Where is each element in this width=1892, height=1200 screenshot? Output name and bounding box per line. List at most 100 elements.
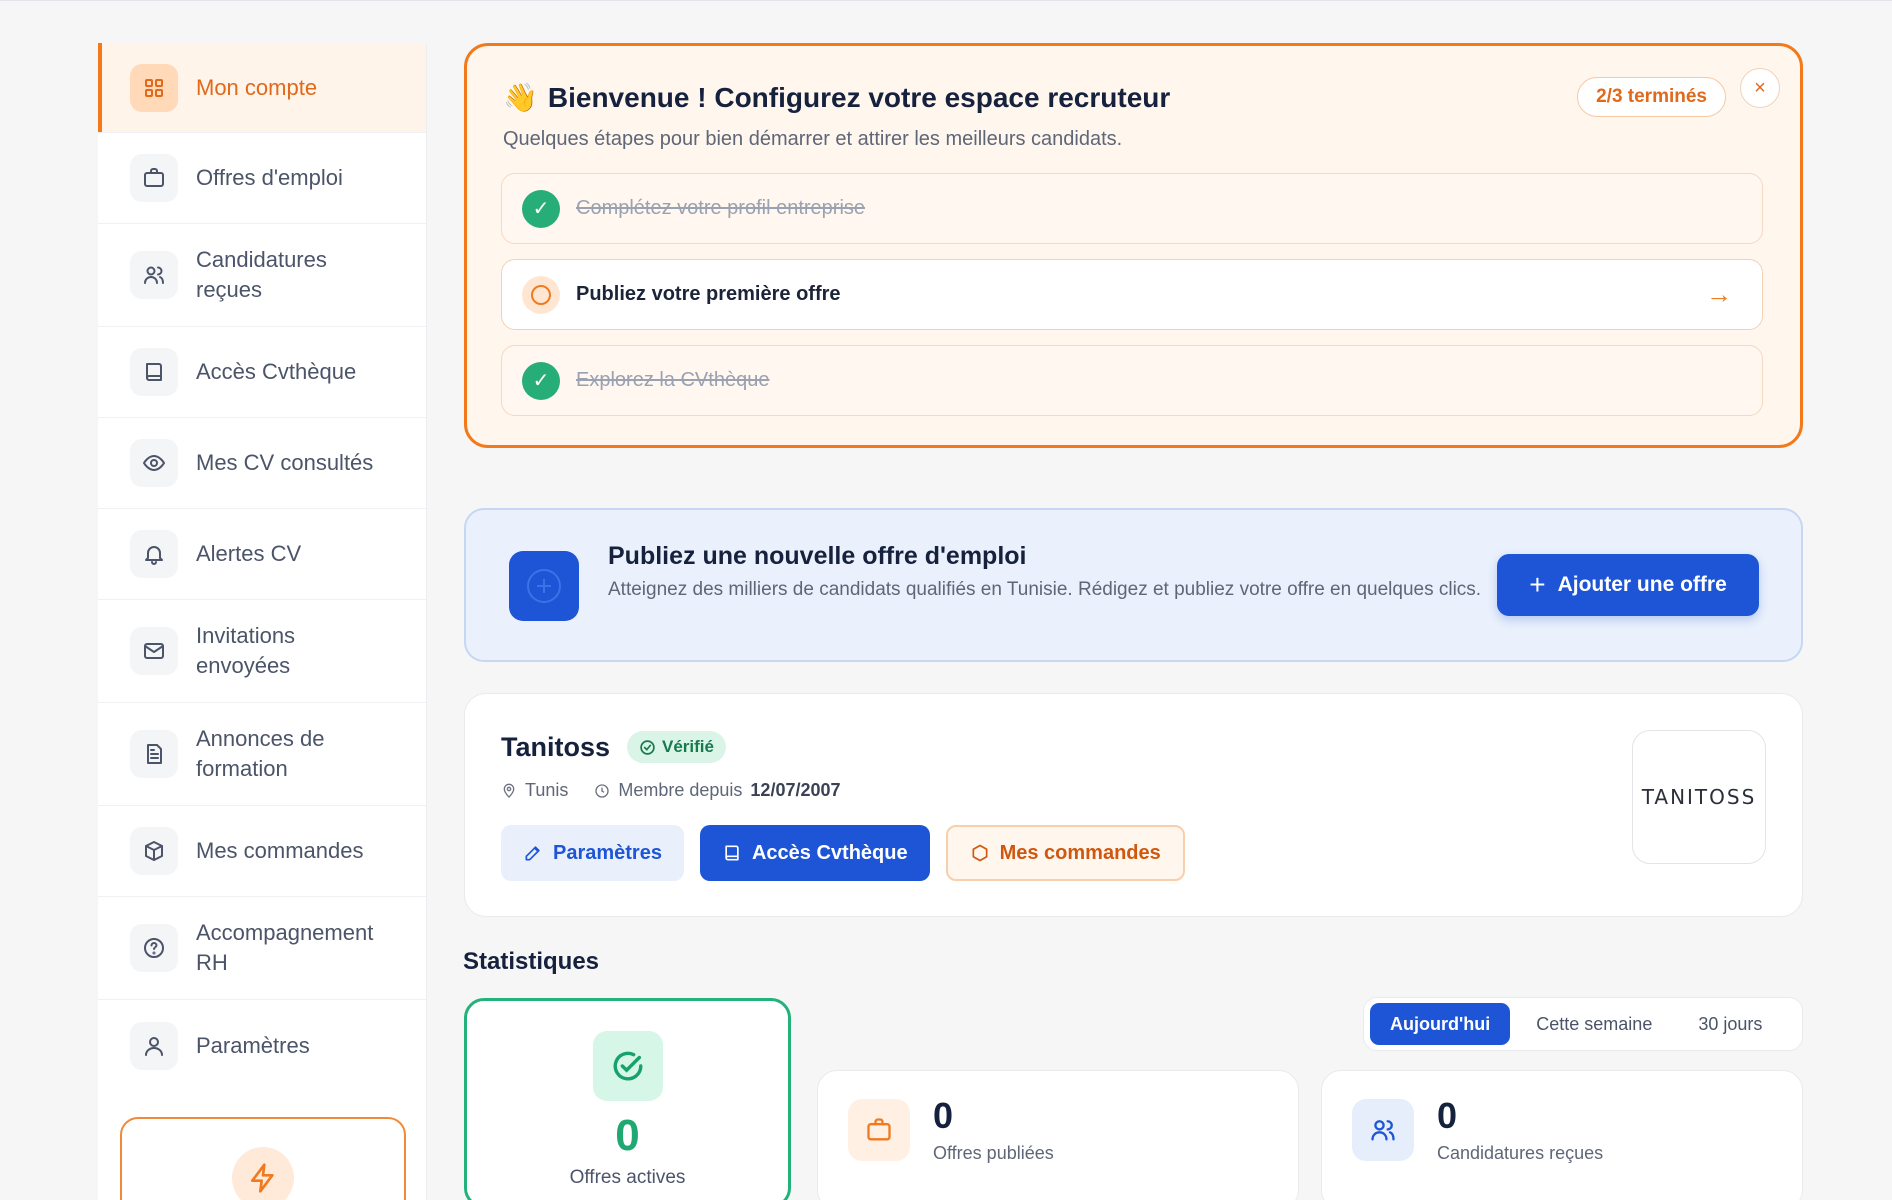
- book-icon: [725, 845, 739, 861]
- progress-badge: 2/3 terminés: [1577, 77, 1726, 117]
- location-text: Tunis: [525, 780, 569, 800]
- stat-label: Offres actives: [569, 1167, 686, 1188]
- stat-label: Offres publiées: [933, 1143, 1054, 1163]
- stat-value: 0: [1437, 1095, 1458, 1136]
- briefcase-icon: [848, 1099, 910, 1161]
- sidebar-item-label: Mes commandes: [196, 838, 364, 863]
- settings-button-label: Paramètres: [553, 841, 662, 864]
- publish-offer-banner: Publiez une nouvelle offre d'emploi Atte…: [464, 508, 1803, 662]
- user-icon: [130, 1021, 178, 1070]
- company-actions: Paramètres Accès Cvthèque Mes commandes: [501, 825, 1185, 881]
- book-icon: [130, 348, 178, 396]
- sidebar-item-label: Candidatures reçues: [196, 247, 327, 302]
- onboarding-title: 👋 Bienvenue ! Configurez votre espace re…: [503, 81, 1170, 114]
- sidebar-item-mon-compte[interactable]: Mon compte: [98, 43, 426, 133]
- company-logo: TANITOSS: [1632, 730, 1766, 864]
- member-since-date: 12/07/2007: [750, 780, 841, 800]
- edit-icon: [525, 846, 540, 861]
- sidebar-item-label: Annonces de formation: [196, 726, 325, 781]
- step-label: Explorez la CVthèque: [576, 369, 770, 391]
- sidebar-item-accompagnement[interactable]: Accompagnement RH: [98, 897, 426, 1000]
- check-icon: ✓: [522, 361, 560, 400]
- briefcase-icon: [130, 154, 178, 202]
- member-since-label: Membre depuis: [618, 780, 743, 800]
- range-today[interactable]: Aujourd'hui: [1370, 1003, 1511, 1045]
- check-icon: ✓: [522, 189, 560, 228]
- orders-button-label: Mes commandes: [999, 841, 1161, 864]
- statistics-title: Statistiques: [463, 948, 600, 975]
- sidebar-item-formation[interactable]: Annonces de formation: [98, 703, 426, 806]
- help-circle-icon: [130, 924, 178, 972]
- sidebar-item-parametres[interactable]: Paramètres: [98, 1000, 426, 1091]
- cvtheque-button-label: Accès Cvthèque: [751, 841, 908, 864]
- onboarding-step-cvtheque[interactable]: ✓ Explorez la CVthèque: [501, 345, 1763, 416]
- onboarding-step-publish[interactable]: Publiez votre première offre →: [501, 259, 1763, 330]
- company-location: Tunis: [501, 780, 568, 801]
- users-icon: [130, 251, 178, 299]
- onboarding-card: 👋 Bienvenue ! Configurez votre espace re…: [464, 43, 1803, 448]
- close-button[interactable]: ×: [1740, 68, 1780, 108]
- add-offer-label: Ajouter une offre: [1557, 573, 1727, 596]
- sidebar-item-label: Paramètres: [196, 1032, 310, 1058]
- sidebar-item-cv-consultes[interactable]: Mes CV consultés: [98, 418, 426, 509]
- sidebar-item-label: Mon compte: [196, 74, 318, 100]
- company-card: Tanitoss Vérifié Tunis Membre depuis 12/…: [464, 693, 1803, 917]
- range-30-days[interactable]: 30 jours: [1678, 1003, 1782, 1045]
- package-icon: [130, 827, 178, 875]
- range-week[interactable]: Cette semaine: [1516, 1003, 1672, 1045]
- verified-label: Vérifié: [662, 737, 714, 756]
- add-offer-button[interactable]: + Ajouter une offre: [1497, 554, 1759, 616]
- plus-icon: +: [1529, 569, 1546, 600]
- clock-icon: [595, 783, 610, 798]
- check-circle-icon: [640, 739, 655, 755]
- grid-icon: [130, 63, 178, 112]
- onboarding-step-profile[interactable]: ✓ Complétez votre profil entreprise: [501, 173, 1763, 244]
- settings-button[interactable]: Paramètres: [501, 825, 684, 881]
- stat-value: 0: [933, 1095, 954, 1136]
- sidebar-item-label: Accompagnement RH: [196, 920, 374, 975]
- wave-icon: 👋: [503, 82, 538, 113]
- upgrade-promo-card[interactable]: [120, 1117, 406, 1200]
- stat-applications[interactable]: 0 Candidatures reçues: [1321, 1070, 1803, 1200]
- publish-description: Atteignez des milliers de candidats qual…: [608, 579, 1482, 600]
- document-icon: [130, 730, 178, 778]
- arrow-right-icon: →: [1706, 279, 1732, 309]
- publish-title: Publiez une nouvelle offre d'emploi: [608, 542, 1027, 570]
- member-since: Membre depuis 12/07/2007: [594, 780, 841, 801]
- stat-published-offers[interactable]: 0 Offres publiées: [817, 1070, 1299, 1200]
- cvtheque-button[interactable]: Accès Cvthèque: [699, 825, 930, 881]
- sidebar-item-label: Accès Cvthèque: [196, 359, 357, 384]
- sidebar-item-commandes[interactable]: Mes commandes: [98, 806, 426, 897]
- sidebar-item-invitations[interactable]: Invitations envoyées: [98, 600, 426, 703]
- sidebar-item-label: Alertes CV: [196, 541, 302, 566]
- sidebar-item-offres[interactable]: Offres d'emploi: [98, 133, 426, 224]
- sidebar-item-cvtheque[interactable]: Accès Cvthèque: [98, 327, 426, 418]
- check-circle-icon: [592, 1031, 663, 1101]
- orders-button[interactable]: Mes commandes: [945, 825, 1185, 881]
- step-label: Publiez votre première offre: [576, 283, 841, 305]
- date-range-selector: Aujourd'hui Cette semaine 30 jours: [1363, 997, 1803, 1051]
- verified-badge: Vérifié: [627, 731, 726, 763]
- add-circle-icon: [509, 551, 579, 621]
- stat-value: 0: [615, 1111, 640, 1160]
- lightning-icon: [232, 1147, 294, 1200]
- eye-icon: [130, 439, 178, 487]
- sidebar-item-label: Mes CV consultés: [196, 450, 374, 475]
- company-name: Tanitoss: [501, 732, 611, 762]
- map-pin-icon: [503, 783, 515, 798]
- stat-active-offers[interactable]: 0 Offres actives: [464, 998, 791, 1200]
- sidebar: Mon compte Offres d'emploi Candidatures …: [98, 43, 427, 1200]
- hexagon-icon: [972, 844, 988, 862]
- stat-label: Candidatures reçues: [1437, 1143, 1604, 1163]
- company-logo-text: TANITOSS: [1641, 785, 1757, 809]
- sidebar-item-label: Offres d'emploi: [196, 165, 343, 190]
- sidebar-item-alertes[interactable]: Alertes CV: [98, 509, 426, 600]
- mail-icon: [130, 627, 178, 675]
- onboarding-title-text: Bienvenue ! Configurez votre espace recr…: [547, 81, 1171, 113]
- sidebar-item-candidatures[interactable]: Candidatures reçues: [98, 224, 426, 327]
- sidebar-item-label: Invitations envoyées: [196, 623, 296, 678]
- company-meta: Tunis Membre depuis 12/07/2007: [501, 780, 841, 801]
- onboarding-subtitle: Quelques étapes pour bien démarrer et at…: [503, 128, 1123, 150]
- bell-icon: [130, 530, 178, 578]
- pending-circle-icon: [522, 275, 560, 314]
